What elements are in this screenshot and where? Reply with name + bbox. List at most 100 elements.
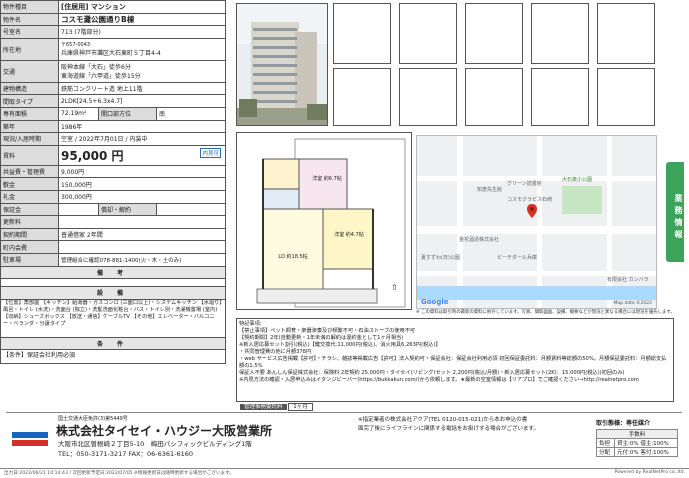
fee-box: 取引態様：専任媒介 手数料 負担 貸主:0% 借主:100% 分配 元付:0% 客付… xyxy=(596,418,678,457)
special-notes-line-4: ・web サービス広告掲載【許可】・チラシ、雑誌等掲載広告【許可】法人契約可・保… xyxy=(239,356,667,369)
address-cell: 〒657-0043 兵庫県神戸市灘区大石東町５丁目4-4 xyxy=(58,37,226,61)
company-phone: TEL：050-3171-3217 FAX：06-6361-6160 xyxy=(58,450,194,458)
access-line-2: 東海道線「六甲道」徒歩15分 xyxy=(61,73,141,81)
map-label-1: 知恵先生館 xyxy=(477,187,503,193)
output-date: 出力日:2022/06/21 10:14:43 / 次回更新予定日:2022/0… xyxy=(4,471,234,476)
floor-plan-drawing xyxy=(256,138,406,308)
conditions-cell: 【条件】保証会社利用必須 xyxy=(0,349,226,365)
photo-slot-5 xyxy=(597,3,655,64)
commission-row: 管理事務委託料 1ヶ月 xyxy=(240,402,313,411)
fee-row1-label: 負担 xyxy=(596,438,615,448)
type-value: [住居用] マンション xyxy=(58,0,226,14)
building-photo xyxy=(236,3,328,126)
special-notes-line-2: ※新入居応募セット割引(税込)【鍵交換代:11,000円(税込)、消火用具6,2… xyxy=(239,342,441,348)
name-value: コスモ灘公園通りB棟 xyxy=(58,12,226,27)
commission-label: 管理事務委託料 xyxy=(240,404,287,410)
special-notes-line-6: ※内見方法の確認・入居申込みはイタンジビーバー(https://bukkakun… xyxy=(239,377,639,383)
photo-slot-2 xyxy=(399,3,457,64)
remarks-header: 備 考 xyxy=(0,265,226,280)
contact-notice: ※指定業者の株式会社アクア(TEL 0120-015-021)から本お申込の書 … xyxy=(358,416,594,434)
amortization-label: 償却・解約 xyxy=(98,202,157,217)
room-label: 号室名 xyxy=(0,25,59,39)
remarks-body xyxy=(0,278,226,288)
room2-label: 洋室 約4.7帖 xyxy=(334,232,364,238)
renewal-value xyxy=(58,215,226,229)
map-label-3: コスモクラビス石崎 xyxy=(507,197,553,203)
special-notes-line-0: 【禁止事項】ペット飼育・楽器演奏及び頻繁不可・石油ストーブの使用不可 xyxy=(239,328,416,334)
fee-table: 手数料 負担 貸主:0% 借主:100% 分配 元付:0% 客付:100% xyxy=(596,429,678,457)
special-notes: 特記事項: 【禁止事項】ペット飼育・楽器演奏及び頻繁不可・石油ストーブの使用不可… xyxy=(236,318,674,402)
conditions-header: 条 件 xyxy=(0,336,226,351)
floor-plan: 洋室 約6.7帖 洋室 約4.7帖 LD 約18.5帖 ⇧ xyxy=(236,132,412,310)
deposit-value: 150,000円 xyxy=(58,177,226,191)
fee-header: 手数料 xyxy=(596,429,678,439)
map-road-v1 xyxy=(457,136,463,308)
bottom-separator xyxy=(0,468,689,469)
amortization-value xyxy=(156,202,226,217)
aspect-value: 南 xyxy=(156,106,226,121)
special-notes-line-3: ・共同管理費の他に月額378円 xyxy=(239,349,312,355)
photo-slot-8 xyxy=(465,68,523,126)
north-arrow-icon: ⇧ xyxy=(391,283,398,292)
equipment-cell: 【位置】角部屋 【キッチン】給湯器・ガスコンロ (三面口以上)・システムキッチン… xyxy=(0,298,226,338)
photo-slot-6 xyxy=(333,68,391,126)
guarantee-label: 保証金 xyxy=(0,202,59,217)
map: 大石東小公園 知恵先生館 グリーン読書館 コスモクラビス石崎 金花酒造株式会社 … xyxy=(416,135,657,309)
contact-line-2: 面完了後にライフラインに関係する電話をお掛けする場合がございます。 xyxy=(358,426,539,432)
parking-value: 管理組合に確認078-881-1400(火・木・土のみ) xyxy=(58,252,226,267)
photo-slot-3 xyxy=(465,3,523,64)
built-value: 1986年 xyxy=(58,119,226,134)
address-value: 兵庫県神戸市灘区大石東町５丁目4-4 xyxy=(61,50,161,58)
status-value: 空室 / 2022年7月01日 / 内装中 xyxy=(58,132,226,146)
map-road-v3 xyxy=(607,136,612,308)
rent-cell: 95,000 円 内見可 xyxy=(58,144,226,166)
map-pin-icon xyxy=(527,204,537,218)
special-notes-line-1: 【契約期間】2年(自動更新・1年未満の解約は違約金として1ヶ月相当) xyxy=(239,335,404,341)
map-label-7: 有限会社 カンバラ xyxy=(607,277,649,283)
community-fee-value xyxy=(58,240,226,254)
special-notes-line-5: 保証人不要 あんしん保証株式会社：保険料 2年契約 25,000円・タイセイ(リ… xyxy=(239,370,625,376)
parking-label: 駐車場 xyxy=(0,252,59,267)
ldk-label: LD 約18.5帖 xyxy=(278,254,308,260)
map-label-0: 大石東小公園 xyxy=(562,177,593,183)
structure-label: 建物構造 xyxy=(0,81,59,96)
rent-label: 賃料 xyxy=(0,144,59,166)
layout-label: 間取タイプ xyxy=(0,94,59,108)
equipment-header: 設 備 xyxy=(0,286,226,300)
company-logo xyxy=(12,428,48,450)
building-photo-image xyxy=(237,4,327,125)
property-spec-table: 物件種目 [住居用] マンション 物件名 コスモ灘公園通りB棟 号室名 713 (7階… xyxy=(0,0,226,365)
photo-slot-4 xyxy=(531,3,589,64)
business-info-tab[interactable]: 業務情報 xyxy=(666,162,684,262)
map-label-4: 金花酒造株式会社 xyxy=(459,237,500,243)
footer-separator xyxy=(6,412,682,413)
company-license: 国土交通大臣免許(3)第5449号 xyxy=(58,416,128,422)
conditions-text: 【条件】保証会社利用必須 xyxy=(3,352,76,360)
contract-value: 普通借家 2年間 xyxy=(58,227,226,242)
contract-label: 契約期間 xyxy=(0,227,59,242)
fee-label: 共益費・管理費 xyxy=(0,164,59,179)
room1-label: 洋室 約6.7帖 xyxy=(312,176,342,182)
postal-code: 〒657-0043 xyxy=(61,42,91,49)
fee-row1-value: 貸主:0% 借主:100% xyxy=(614,438,678,448)
fee-row2-label: 分配 xyxy=(596,447,615,457)
fee-row2-value: 元付:0% 客付:100% xyxy=(614,447,678,457)
transaction-type: 取引態様：専任媒介 xyxy=(596,420,651,427)
renewal-label: 更新料 xyxy=(0,215,59,229)
photo-slot-9 xyxy=(531,68,589,126)
company-name: 株式会社タイセイ・ハウジー大阪営業所 xyxy=(56,424,273,438)
structure-value: 鉄筋コンクリート造 地上11階 xyxy=(58,81,226,96)
type-label: 物件種目 xyxy=(0,0,59,14)
contact-line-1: ※指定業者の株式会社アクア(TEL 0120-015-021)から本お申込の書 xyxy=(358,417,528,423)
photo-slot-7 xyxy=(399,68,457,126)
fee-value: 9,000円 xyxy=(58,164,226,179)
map-park xyxy=(562,186,602,214)
map-label-5: 夏すずわ(日)公園 xyxy=(421,255,460,261)
map-attribution: Map data ©2022 xyxy=(613,301,652,306)
map-label-2: グリーン読書館 xyxy=(507,181,542,187)
photo-slot-1 xyxy=(333,3,391,64)
map-google-logo: Google xyxy=(421,298,449,306)
map-road-v2 xyxy=(537,136,542,308)
map-label-6: ピーチダール兵庫 xyxy=(497,255,538,261)
rent-value: 95,000 円 xyxy=(61,148,124,163)
